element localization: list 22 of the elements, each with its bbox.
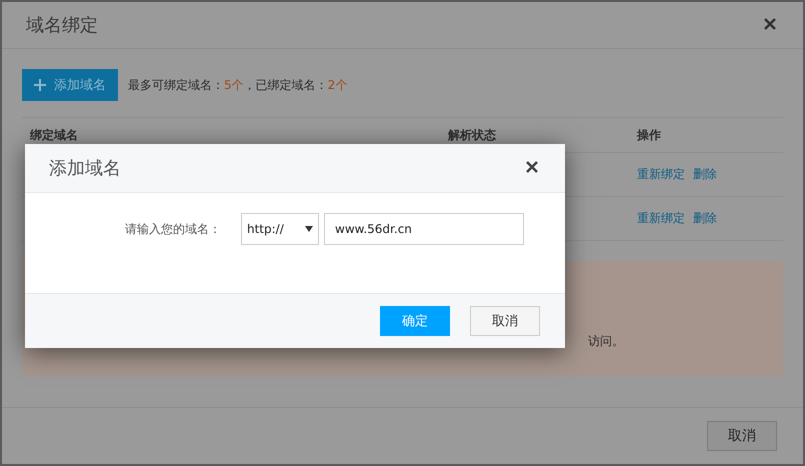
notice-text: 访问。 <box>588 333 624 350</box>
column-header: 操作 <box>637 126 662 144</box>
quota-text: 最多可绑定域名：5个，已绑定域名：2个 <box>128 76 348 94</box>
action-link[interactable]: 重新绑定 <box>637 166 685 183</box>
action-link[interactable]: 删除 <box>693 210 717 227</box>
cancel-button[interactable]: 取消 <box>470 306 540 336</box>
column-header: 解析状态 <box>448 126 497 144</box>
modal-title: 添加域名 <box>49 157 121 180</box>
field-label: 请输入您的域名： <box>124 221 221 238</box>
domain-input[interactable]: www.56dr.cn <box>324 213 524 245</box>
action-link[interactable]: 重新绑定 <box>637 210 685 227</box>
close-icon <box>525 160 539 174</box>
add-domain-button[interactable]: 添加域名 <box>22 69 118 101</box>
protocol-select[interactable]: http:// <box>241 213 319 245</box>
caret-icon <box>305 226 313 232</box>
dialog-title: 域名绑定 <box>26 14 98 37</box>
plus-icon <box>34 79 46 91</box>
close-icon <box>763 17 777 31</box>
column-header: 绑定域名 <box>30 126 79 144</box>
confirm-button[interactable]: 确定 <box>380 306 450 336</box>
action-link[interactable]: 删除 <box>693 166 717 183</box>
cancel-button[interactable]: 取消 <box>707 421 777 451</box>
